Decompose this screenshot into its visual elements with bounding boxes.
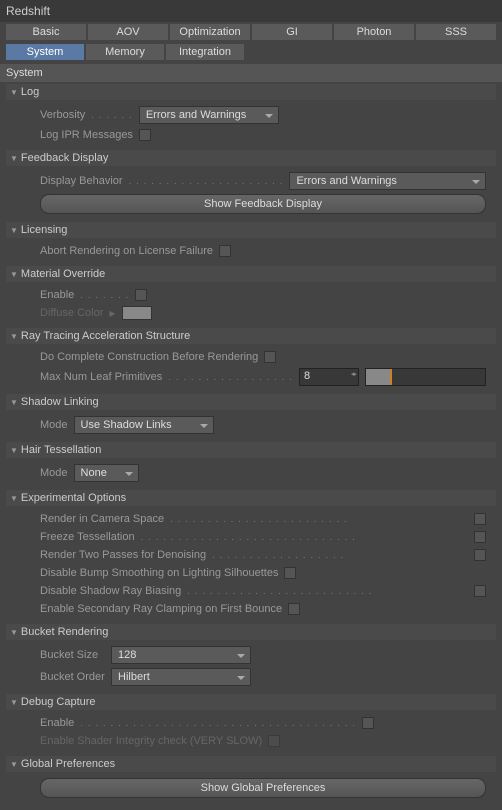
section-header-material[interactable]: ▼ Material Override	[6, 266, 496, 282]
hair-mode-label: Mode	[40, 467, 68, 479]
complete-construction-label: Do Complete Construction Before Renderin…	[40, 351, 258, 363]
dots: . . . . . . . . . . . . . . . . . . . . …	[141, 532, 468, 543]
panel-title: System	[0, 64, 502, 82]
camera-space-checkbox[interactable]	[474, 513, 486, 525]
secondary-clamp-checkbox[interactable]	[288, 603, 300, 615]
camera-space-label: Render in Camera Space	[40, 513, 164, 525]
tab-row-1: Basic AOV Optimization GI Photon SSS	[0, 22, 502, 42]
chevron-down-icon: ▼	[10, 226, 18, 235]
dots: . . . . . . . . . . . . . . . . . .	[212, 550, 468, 561]
verbosity-label: Verbosity	[40, 109, 85, 121]
secondary-clamp-label: Enable Secondary Ray Clamping on First B…	[40, 603, 282, 615]
section-title: Feedback Display	[21, 152, 108, 164]
dots: . . . . . .	[91, 110, 133, 121]
tab-gi[interactable]: GI	[252, 24, 332, 40]
material-enable-label: Enable	[40, 289, 74, 301]
tab-memory[interactable]: Memory	[86, 44, 164, 60]
chevron-down-icon: ▼	[10, 760, 18, 769]
bucket-size-label: Bucket Size	[40, 649, 105, 661]
section-header-hair[interactable]: ▼ Hair Tessellation	[6, 442, 496, 458]
chevron-down-icon: ▼	[10, 88, 18, 97]
section-header-bucket[interactable]: ▼ Bucket Rendering	[6, 624, 496, 640]
tab-system[interactable]: System	[6, 44, 84, 60]
chevron-down-icon: ▼	[10, 446, 18, 455]
display-behavior-label: Display Behavior	[40, 175, 123, 187]
bucket-order-label: Bucket Order	[40, 671, 105, 683]
verbosity-dropdown[interactable]: Errors and Warnings	[139, 106, 279, 124]
chevron-down-icon: ▼	[10, 628, 18, 637]
max-leaf-slider[interactable]	[365, 368, 486, 386]
section-title: Global Preferences	[21, 758, 115, 770]
dots: . . . . . . . . . . . . . . . . .	[168, 372, 293, 383]
section-header-experimental[interactable]: ▼ Experimental Options	[6, 490, 496, 506]
chevron-down-icon: ▼	[10, 494, 18, 503]
shadow-mode-label: Mode	[40, 419, 68, 431]
dots: . . . . . . . . . . . . . . . . . . . . …	[187, 586, 468, 597]
bump-smooth-label: Disable Bump Smoothing on Lighting Silho…	[40, 567, 278, 579]
section-title: Licensing	[21, 224, 67, 236]
material-enable-checkbox[interactable]	[135, 289, 147, 301]
shadow-bias-checkbox[interactable]	[474, 585, 486, 597]
debug-enable-checkbox[interactable]	[362, 717, 374, 729]
display-behavior-dropdown[interactable]: Errors and Warnings	[289, 172, 486, 190]
tab-basic[interactable]: Basic	[6, 24, 86, 40]
log-ipr-checkbox[interactable]	[139, 129, 151, 141]
diffuse-color-swatch[interactable]	[122, 306, 152, 320]
two-passes-label: Render Two Passes for Denoising	[40, 549, 206, 561]
tab-aov[interactable]: AOV	[88, 24, 168, 40]
bucket-order-dropdown[interactable]: Hilbert	[111, 668, 251, 686]
tab-sss[interactable]: SSS	[416, 24, 496, 40]
section-header-log[interactable]: ▼ Log	[6, 84, 496, 100]
shader-integrity-checkbox[interactable]	[268, 735, 280, 747]
chevron-down-icon: ▼	[10, 270, 18, 279]
section-header-debug[interactable]: ▼ Debug Capture	[6, 694, 496, 710]
log-ipr-label: Log IPR Messages	[40, 129, 133, 141]
section-title: Log	[21, 86, 39, 98]
section-header-shadow[interactable]: ▼ Shadow Linking	[6, 394, 496, 410]
max-leaf-label: Max Num Leaf Primitives	[40, 371, 162, 383]
diffuse-color-label: Diffuse Color	[40, 307, 103, 319]
freeze-label: Freeze Tessellation	[40, 531, 135, 543]
bump-smooth-checkbox[interactable]	[284, 567, 296, 579]
section-title: Material Override	[21, 268, 105, 280]
complete-construction-checkbox[interactable]	[264, 351, 276, 363]
dots: . . . . . . . . . . . . . . . . . . . . …	[129, 176, 284, 187]
abort-license-checkbox[interactable]	[219, 245, 231, 257]
chevron-down-icon: ▼	[10, 698, 18, 707]
dots: . . . . . . .	[80, 290, 129, 301]
window-title: Redshift	[0, 0, 502, 22]
chevron-down-icon: ▼	[10, 332, 18, 341]
chevron-down-icon: ▼	[10, 154, 18, 163]
section-title: Bucket Rendering	[21, 626, 108, 638]
debug-enable-label: Enable	[40, 717, 74, 729]
dots: . . . . . . . . . . . . . . . . . . . . …	[170, 514, 468, 525]
section-title: Debug Capture	[21, 696, 96, 708]
freeze-checkbox[interactable]	[474, 531, 486, 543]
two-passes-checkbox[interactable]	[474, 549, 486, 561]
dots: . . . . . . . . . . . . . . . . . . . . …	[80, 718, 356, 729]
chevron-right-icon: ▶	[109, 309, 115, 318]
shader-integrity-label: Enable Shader Integrity check (VERY SLOW…	[40, 735, 262, 747]
section-title: Experimental Options	[21, 492, 126, 504]
shadow-mode-dropdown[interactable]: Use Shadow Links	[74, 416, 214, 434]
abort-license-label: Abort Rendering on License Failure	[40, 245, 213, 257]
section-title: Shadow Linking	[21, 396, 99, 408]
section-header-licensing[interactable]: ▼ Licensing	[6, 222, 496, 238]
chevron-down-icon: ▼	[10, 398, 18, 407]
hair-mode-dropdown[interactable]: None	[74, 464, 139, 482]
section-header-raytracing[interactable]: ▼ Ray Tracing Acceleration Structure	[6, 328, 496, 344]
bucket-size-dropdown[interactable]: 128	[111, 646, 251, 664]
shadow-bias-label: Disable Shadow Ray Biasing	[40, 585, 181, 597]
max-leaf-spinner[interactable]: 8	[299, 368, 359, 386]
tab-integration[interactable]: Integration	[166, 44, 244, 60]
tab-photon[interactable]: Photon	[334, 24, 414, 40]
section-title: Hair Tessellation	[21, 444, 102, 456]
show-global-prefs-button[interactable]: Show Global Preferences	[40, 778, 486, 798]
show-feedback-button[interactable]: Show Feedback Display	[40, 194, 486, 214]
section-header-global[interactable]: ▼ Global Preferences	[6, 756, 496, 772]
section-title: Ray Tracing Acceleration Structure	[21, 330, 190, 342]
tab-optimization[interactable]: Optimization	[170, 24, 250, 40]
section-header-feedback[interactable]: ▼ Feedback Display	[6, 150, 496, 166]
tab-row-2: System Memory Integration	[0, 42, 502, 62]
